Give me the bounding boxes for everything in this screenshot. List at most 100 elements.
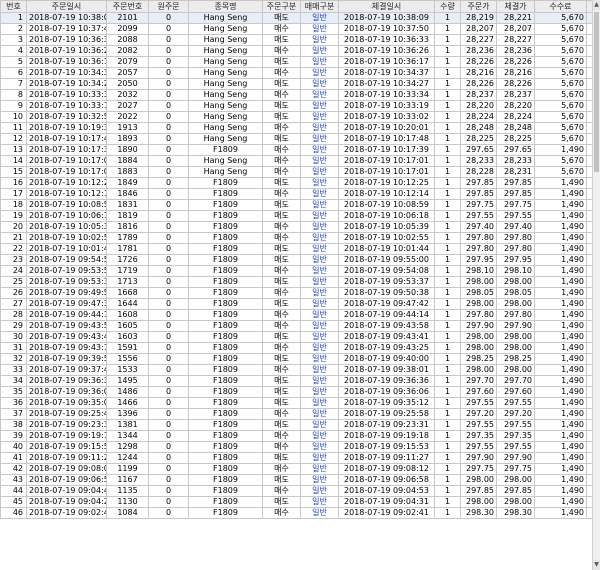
order-side-cell: 매수: [262, 408, 301, 420]
table-row[interactable]: 17 2018-07-19 10:12:12 1846 0 F1809 매수 일반 2018-…: [0, 188, 592, 200]
order-number-cell: 2099: [106, 23, 149, 35]
table-row[interactable]: 27 2018-07-19 09:47:39 1644 0 F1809 매도 일반 2018-…: [0, 298, 592, 310]
table-row[interactable]: 29 2018-07-19 09:43:55 1605 0 F1809 매수 일반 2018-…: [0, 320, 592, 332]
table-row[interactable]: 24 2018-07-19 09:53:58 1719 0 F1809 매수 일반 2018-…: [0, 265, 592, 277]
table-row[interactable]: 15 2018-07-19 10:17:01 1883 0 Hang Seng 매수 일반 2…: [0, 166, 592, 178]
table-row[interactable]: 32 2018-07-19 09:39:53 1556 0 F1809 매도 일반 2018-…: [0, 353, 592, 365]
order-history-grid[interactable]: 번호 주문일시 주문번호 원주문 종목명 주문구분 매매구분 체결일시 수량 주…: [0, 0, 592, 570]
order-number-cell: 2082: [106, 45, 149, 57]
table-row[interactable]: 12 2018-07-19 10:17:45 1893 0 Hang Seng 매도 일반 2…: [0, 133, 592, 145]
quantity-cell: 1: [434, 111, 461, 123]
fee-cell: 5,670: [534, 12, 587, 24]
order-time-cell: 2018-07-19 10:34:35: [26, 67, 107, 79]
col-header-fill-time[interactable]: 체결일시: [338, 0, 435, 13]
table-row[interactable]: 20 2018-07-19 10:05:37 1816 0 F1809 매수 일반 2018-…: [0, 221, 592, 233]
row-number-cell: 8: [0, 89, 27, 101]
order-price-cell: 297.20: [460, 408, 497, 420]
table-row[interactable]: 42 2018-07-19 09:08:07 1199 0 F1809 매수 일반 2018-…: [0, 463, 592, 475]
quantity-cell: 1: [434, 210, 461, 222]
table-row[interactable]: 39 2018-07-19 09:19:16 1344 0 F1809 매수 일반 2018-…: [0, 430, 592, 442]
table-row[interactable]: 25 2018-07-19 09:53:36 1713 0 F1809 매도 일반 2018-…: [0, 276, 592, 288]
table-row[interactable]: 37 2018-07-19 09:25:40 1396 0 F1809 매수 일반 2018-…: [0, 408, 592, 420]
trade-type-cell: 일반: [300, 496, 339, 508]
table-row[interactable]: 41 2018-07-19 09:11:27 1244 0 F1809 매도 일반 2018-…: [0, 452, 592, 464]
table-row[interactable]: 38 2018-07-19 09:23:31 1381 0 F1809 매도 일반 2018-…: [0, 419, 592, 431]
table-row[interactable]: 8 2018-07-19 10:33:34 2032 0 Hang Seng 매수 일반 20…: [0, 89, 592, 101]
table-row[interactable]: 35 2018-07-19 09:36:06 1486 0 F1809 매도 일반 2018-…: [0, 386, 592, 398]
order-price-cell: 297.55: [460, 397, 497, 409]
table-row[interactable]: 46 2018-07-19 09:02:41 1084 0 F1809 매수 일반 2018-…: [0, 507, 592, 519]
row-number-cell: 45: [0, 496, 27, 508]
col-header-fee[interactable]: 수수료: [534, 0, 587, 13]
col-header-order-price[interactable]: 주문가: [460, 0, 497, 13]
col-header-fill-price[interactable]: 체결가: [496, 0, 535, 13]
order-price-cell: 298.00: [460, 496, 497, 508]
table-row[interactable]: 3 2018-07-19 10:36:31 2088 0 Hang Seng 매도 일반 20…: [0, 34, 592, 46]
table-row[interactable]: 7 2018-07-19 10:34:24 2050 0 Hang Seng 매도 일반 20…: [0, 78, 592, 90]
order-price-cell: 28,228: [460, 166, 497, 178]
symbol-cell: F1809: [188, 144, 263, 156]
col-header-orig-order[interactable]: 원주문: [148, 0, 189, 13]
fill-time-cell: 2018-07-19 10:36:17: [338, 56, 435, 68]
table-row[interactable]: 6 2018-07-19 10:34:35 2057 0 Hang Seng 매수 일반 20…: [0, 67, 592, 79]
scroll-down-arrow-icon[interactable]: ▼: [593, 560, 600, 570]
original-order-cell: 0: [148, 78, 189, 90]
symbol-cell: Hang Seng: [188, 23, 263, 35]
table-row[interactable]: 18 2018-07-19 10:08:59 1831 0 F1809 매도 일반 2018-…: [0, 199, 592, 211]
symbol-cell: F1809: [188, 353, 263, 365]
fill-time-cell: 2018-07-19 10:36:26: [338, 45, 435, 57]
fill-time-cell: 2018-07-19 10:17:01: [338, 155, 435, 167]
col-header-qty[interactable]: 수량: [434, 0, 461, 13]
table-row[interactable]: 45 2018-07-19 09:04:29 1130 0 F1809 매도 일반 2018-…: [0, 496, 592, 508]
table-row[interactable]: 31 2018-07-19 09:43:12 1591 0 F1809 매수 일반 2018-…: [0, 342, 592, 354]
table-row[interactable]: 2 2018-07-19 10:37:48 2099 0 Hang Seng 매수 일반 20…: [0, 23, 592, 35]
table-row[interactable]: 14 2018-07-19 10:17:01 1884 0 Hang Seng 매수 일반 2…: [0, 155, 592, 167]
table-row[interactable]: 5 2018-07-19 10:36:14 2079 0 Hang Seng 매도 일반 20…: [0, 56, 592, 68]
quantity-cell: 1: [434, 496, 461, 508]
order-time-cell: 2018-07-19 10:38:09: [26, 12, 107, 24]
table-row[interactable]: 11 2018-07-19 10:19:35 1913 0 Hang Seng 매수 일반 2…: [0, 122, 592, 134]
table-row[interactable]: 4 2018-07-19 10:36:22 2082 0 Hang Seng 매수 일반 20…: [0, 45, 592, 57]
table-row[interactable]: 22 2018-07-19 10:01:44 1781 0 F1809 매도 일반 2018-…: [0, 243, 592, 255]
table-row[interactable]: 9 2018-07-19 10:33:19 2027 0 Hang Seng 매도 일반 20…: [0, 100, 592, 112]
order-number-cell: 1084: [106, 507, 149, 519]
table-row[interactable]: 44 2018-07-19 09:04:45 1135 0 F1809 매수 일반 2018-…: [0, 485, 592, 497]
col-header-no[interactable]: 번호: [0, 0, 27, 13]
col-header-trade-type[interactable]: 매매구분: [300, 0, 339, 13]
table-row[interactable]: 30 2018-07-19 09:43:41 1603 0 F1809 매도 일반 2018-…: [0, 331, 592, 343]
col-header-order-no[interactable]: 주문번호: [106, 0, 149, 13]
fee-cell: 1,490: [534, 287, 587, 299]
row-number-cell: 5: [0, 56, 27, 68]
order-time-cell: 2018-07-19 09:49:58: [26, 287, 107, 299]
trade-type-cell: 일반: [300, 298, 339, 310]
quantity-cell: 1: [434, 397, 461, 409]
table-row[interactable]: 10 2018-07-19 10:32:59 2022 0 Hang Seng 매도 일반 2…: [0, 111, 592, 123]
table-row[interactable]: 43 2018-07-19 09:06:50 1167 0 F1809 매도 일반 2018-…: [0, 474, 592, 486]
fill-price-cell: 298.00: [496, 276, 535, 288]
scroll-up-arrow-icon[interactable]: ▲: [593, 0, 600, 10]
vertical-scrollbar[interactable]: ▲ ▼: [592, 0, 600, 570]
col-header-side[interactable]: 주문구분: [262, 0, 301, 13]
trade-type-cell: 일반: [300, 166, 339, 178]
quantity-cell: 1: [434, 34, 461, 46]
symbol-cell: F1809: [188, 210, 263, 222]
table-row[interactable]: 1 2018-07-19 10:38:09 2101 0 Hang Seng 매도 일반 20…: [0, 12, 592, 24]
row-number-cell: 36: [0, 397, 27, 409]
table-row[interactable]: 28 2018-07-19 09:44:11 1608 0 F1809 매수 일반 2018-…: [0, 309, 592, 321]
table-row[interactable]: 33 2018-07-19 09:37:44 1533 0 F1809 매수 일반 2018-…: [0, 364, 592, 376]
table-row[interactable]: 13 2018-07-19 10:17:38 1890 0 F1809 매수 일반 2018-…: [0, 144, 592, 156]
table-row[interactable]: 36 2018-07-19 09:35:08 1466 0 F1809 매도 일반 2018-…: [0, 397, 592, 409]
table-row[interactable]: 16 2018-07-19 10:12:24 1849 0 F1809 매도 일반 2018-…: [0, 177, 592, 189]
col-header-symbol[interactable]: 종목명: [188, 0, 263, 13]
table-row[interactable]: 26 2018-07-19 09:49:58 1668 0 F1809 매수 일반 2018-…: [0, 287, 592, 299]
table-row[interactable]: 34 2018-07-19 09:36:31 1495 0 F1809 매도 일반 2018-…: [0, 375, 592, 387]
original-order-cell: 0: [148, 56, 189, 68]
table-row[interactable]: 19 2018-07-19 10:06:16 1819 0 F1809 매도 일반 2018-…: [0, 210, 592, 222]
table-row[interactable]: 23 2018-07-19 09:54:57 1726 0 F1809 매도 일반 2018-…: [0, 254, 592, 266]
table-row[interactable]: 40 2018-07-19 09:15:52 1298 0 F1809 매수 일반 2018-…: [0, 441, 592, 453]
col-header-order-time[interactable]: 주문일시: [26, 0, 107, 13]
order-number-cell: 2032: [106, 89, 149, 101]
table-row[interactable]: 21 2018-07-19 10:02:55 1789 0 F1809 매수 일반 2018-…: [0, 232, 592, 244]
scrollbar-thumb[interactable]: [594, 12, 599, 172]
order-side-cell: 매수: [262, 155, 301, 167]
